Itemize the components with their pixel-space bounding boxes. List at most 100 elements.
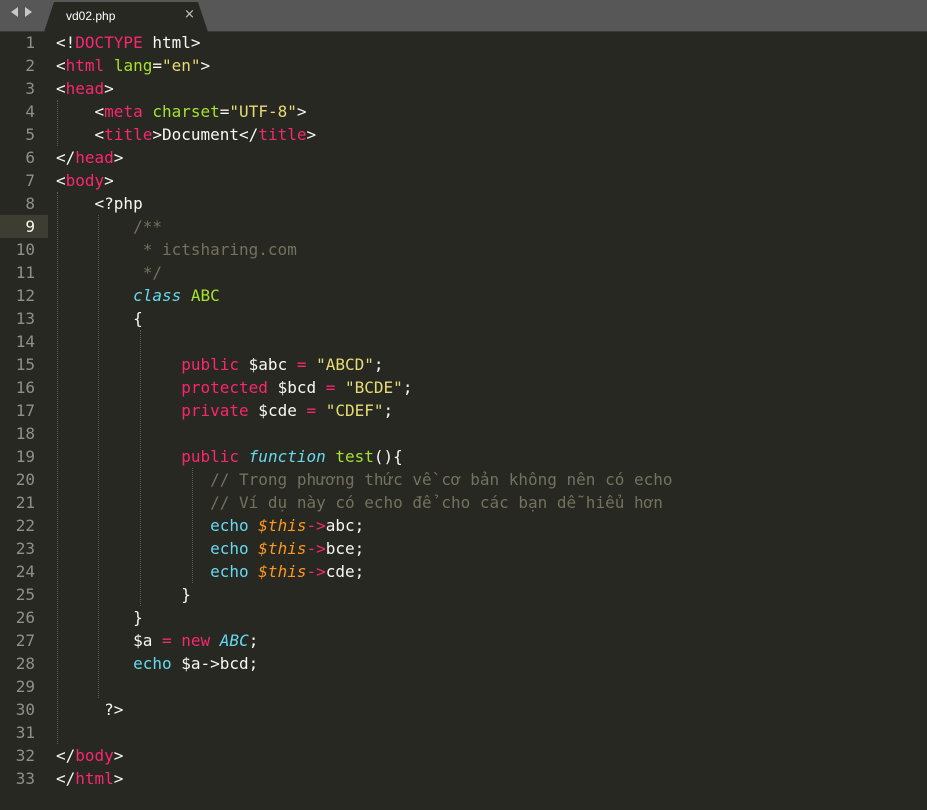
code-line[interactable]: } bbox=[56, 583, 191, 606]
code-token: head bbox=[75, 148, 114, 167]
code-line[interactable]: <html lang="en"> bbox=[56, 54, 210, 77]
line-number: 30 bbox=[15, 700, 35, 719]
code-line[interactable]: */ bbox=[56, 261, 162, 284]
code-token: new bbox=[181, 631, 211, 650]
code-token: protected bbox=[181, 378, 268, 397]
code-token: body bbox=[65, 171, 105, 190]
close-icon[interactable]: × bbox=[184, 7, 195, 22]
code-line[interactable]: </body> bbox=[56, 744, 123, 767]
code-token: < bbox=[56, 79, 66, 98]
code-token: // Trong phương thức về cơ bản không nên… bbox=[56, 470, 673, 489]
code-token: html bbox=[75, 769, 114, 788]
code-token: > bbox=[113, 769, 124, 788]
code-token: ; bbox=[373, 355, 384, 374]
code-line[interactable]: echo $this->bce; bbox=[56, 537, 364, 560]
code-token: > bbox=[104, 79, 114, 98]
code-token: < bbox=[56, 102, 105, 121]
code-token: "UTF-8" bbox=[229, 102, 297, 121]
chevron-right-icon[interactable] bbox=[25, 7, 32, 17]
code-token: charset bbox=[152, 102, 220, 121]
code-line[interactable]: // Trong phương thức về cơ bản không nên… bbox=[56, 468, 673, 491]
code-line[interactable]: { bbox=[56, 307, 143, 330]
code-token: lang bbox=[113, 56, 153, 75]
code-line[interactable]: </html> bbox=[56, 767, 123, 790]
code-line[interactable]: <body> bbox=[56, 169, 114, 192]
code-token: { bbox=[56, 309, 143, 328]
code-token: test bbox=[335, 447, 374, 466]
line-number: 10 bbox=[15, 240, 35, 259]
code-line[interactable]: } bbox=[56, 606, 143, 629]
code-line[interactable]: /** bbox=[56, 215, 162, 238]
code-line[interactable]: <meta charset="UTF-8"> bbox=[56, 100, 307, 123]
code-line[interactable]: <head> bbox=[56, 77, 114, 100]
code-token: $bcd bbox=[267, 378, 326, 397]
code-token: ?> bbox=[56, 700, 124, 719]
code-line[interactable]: * ictsharing.com bbox=[56, 238, 297, 261]
code-token: $a->bcd; bbox=[171, 654, 259, 673]
line-number-gutter: 1 2 3 4 5 6 7 8 9 10 11 12 13 14 15 16 17 18 19 20 21 22 23 24 2… bbox=[0, 31, 48, 810]
code-line[interactable]: </head> bbox=[56, 146, 123, 169]
indent-guide bbox=[57, 100, 58, 146]
tab-title: vd02.php bbox=[66, 9, 116, 23]
code-line[interactable]: class ABC bbox=[56, 284, 220, 307]
code-line[interactable]: <?php bbox=[56, 192, 143, 215]
code-token: $cde bbox=[248, 401, 307, 420]
code-editor[interactable]: 1 2 3 4 5 6 7 8 9 10 11 12 13 14 15 16 17 18 19 20 21 22 23 24 2… bbox=[0, 31, 927, 810]
line-number: 9 bbox=[25, 217, 35, 236]
code-token: "BCDE" bbox=[345, 378, 403, 397]
code-line[interactable]: public function test(){ bbox=[56, 445, 403, 468]
code-line[interactable]: ?> bbox=[56, 698, 123, 721]
line-number: 12 bbox=[15, 286, 35, 305]
code-line[interactable]: echo $this->abc; bbox=[56, 514, 364, 537]
code-area[interactable]: <!DOCTYPE html> <html lang="en"> <head> <m… bbox=[56, 31, 927, 810]
code-token: > bbox=[113, 148, 124, 167]
line-number: 29 bbox=[15, 677, 35, 696]
code-token: private bbox=[181, 401, 249, 420]
indent-guide bbox=[192, 468, 193, 583]
line-number: 22 bbox=[15, 516, 35, 535]
code-line[interactable]: // Ví dụ này có echo để cho các bạn dễ h… bbox=[56, 491, 663, 514]
code-line[interactable]: <title>Document</title> bbox=[56, 123, 317, 146]
line-number: 13 bbox=[15, 309, 35, 328]
code-token: echo bbox=[210, 516, 249, 535]
code-token: < bbox=[56, 56, 66, 75]
code-line[interactable]: private $cde = "CDEF"; bbox=[56, 399, 393, 422]
code-line[interactable]: public $abc = "ABCD"; bbox=[56, 353, 384, 376]
code-line[interactable]: protected $bcd = "BCDE"; bbox=[56, 376, 412, 399]
line-number: 28 bbox=[15, 654, 35, 673]
code-line[interactable]: echo $a->bcd; bbox=[56, 652, 258, 675]
line-number: 2 bbox=[25, 56, 35, 75]
tab-bar: vd02.php × bbox=[0, 0, 927, 32]
code-token: > bbox=[306, 125, 317, 144]
line-number: 3 bbox=[25, 79, 35, 98]
tab-vd02-php[interactable]: vd02.php × bbox=[44, 2, 208, 32]
code-line[interactable]: $a = new ABC; bbox=[56, 629, 258, 652]
code-token: $this bbox=[258, 516, 307, 535]
code-token: meta bbox=[104, 102, 143, 121]
code-token: >Document</ bbox=[152, 125, 259, 144]
code-line[interactable]: <!DOCTYPE html> bbox=[56, 31, 201, 54]
code-token: ABC bbox=[190, 286, 220, 305]
line-number: 27 bbox=[15, 631, 35, 650]
line-number: 33 bbox=[15, 769, 35, 788]
code-token: cde; bbox=[325, 562, 365, 581]
code-token: echo bbox=[133, 654, 172, 673]
line-number: 17 bbox=[15, 401, 35, 420]
chevron-left-icon[interactable] bbox=[11, 7, 18, 17]
code-token: </ bbox=[56, 148, 76, 167]
code-line[interactable]: echo $this->cde; bbox=[56, 560, 364, 583]
code-token: > bbox=[104, 171, 114, 190]
code-token: < bbox=[56, 171, 66, 190]
code-token: <?php bbox=[56, 194, 143, 213]
code-token: -> bbox=[306, 516, 326, 535]
line-number: 6 bbox=[25, 148, 35, 167]
line-number: 7 bbox=[25, 171, 35, 190]
code-token: function bbox=[248, 447, 326, 466]
